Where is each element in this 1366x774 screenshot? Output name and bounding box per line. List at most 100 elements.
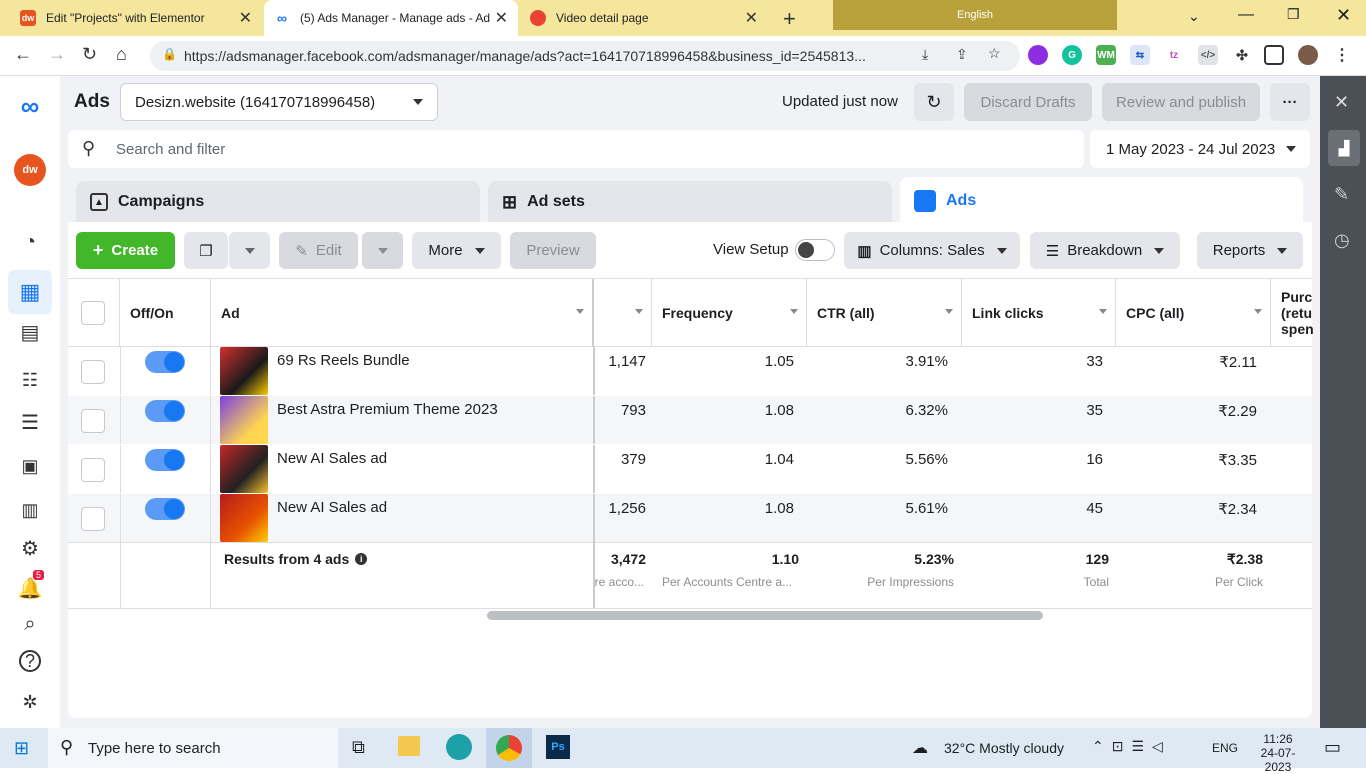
ads-manager-table-icon[interactable]: ▦	[16, 278, 44, 306]
browser-tab-video[interactable]: Video detail page ✕	[520, 0, 768, 36]
create-button[interactable]: + Create	[76, 232, 175, 269]
search-filter-input[interactable]: ⚲ Search and filter	[68, 130, 1084, 168]
wm-extension-icon[interactable]: WM	[1096, 45, 1116, 65]
date-range-picker[interactable]: 1 May 2023 - 24 Jul 2023	[1090, 130, 1310, 168]
extension-color-icon[interactable]	[1028, 45, 1048, 65]
billing-icon[interactable]: ☰	[16, 408, 44, 436]
edit-pencil-icon[interactable]: ✎	[1334, 184, 1349, 205]
new-tab-button[interactable]: +	[783, 6, 796, 32]
tz-extension-icon[interactable]: tz	[1164, 45, 1184, 65]
photoshop-icon[interactable]: Ps	[546, 735, 570, 759]
profile-avatar[interactable]	[1298, 45, 1318, 65]
col-link-clicks[interactable]: Link clicks	[962, 279, 1116, 347]
col-ad[interactable]: Ad	[211, 279, 594, 347]
view-setup-toggle[interactable]	[795, 239, 835, 261]
ad-name[interactable]: 69 Rs Reels Bundle	[277, 352, 410, 369]
system-tray-icons[interactable]: ⌃⊡☰◁	[1092, 738, 1171, 755]
menu-kebab-icon[interactable]: ⋮	[1332, 45, 1352, 65]
tab-adsets[interactable]: ⊞ Ad sets	[488, 181, 892, 223]
install-icon[interactable]: ⤓	[922, 46, 928, 63]
breakdown-button[interactable]: ☰ Breakdown	[1030, 232, 1180, 269]
ad-name[interactable]: New AI Sales ad	[277, 450, 387, 467]
select-all-checkbox[interactable]	[81, 301, 105, 325]
restore-button[interactable]: ❐	[1287, 6, 1300, 23]
browser-tab-elementor[interactable]: dw Edit "Projects" with Elementor ✕	[10, 0, 262, 36]
dashboard-icon[interactable]: ◔	[16, 228, 44, 256]
chrome-taskbar-active[interactable]	[486, 728, 532, 768]
edit-dropdown-button[interactable]	[362, 232, 403, 269]
edge-icon[interactable]	[446, 734, 472, 760]
tab-campaigns[interactable]: ▲ Campaigns	[76, 181, 480, 223]
row-checkbox[interactable]	[81, 360, 105, 384]
windows-start-icon[interactable]: ⊞	[14, 738, 29, 759]
forward-icon[interactable]: →	[48, 44, 66, 65]
history-clock-icon[interactable]: ◷	[1334, 230, 1350, 251]
ad-on-off-toggle[interactable]	[145, 498, 185, 520]
ad-name[interactable]: Best Astra Premium Theme 2023	[277, 401, 498, 418]
puzzle-icon[interactable]: ✣	[1232, 45, 1252, 65]
review-publish-button[interactable]: Review and publish	[1102, 83, 1260, 121]
duplicate-dropdown-button[interactable]	[229, 232, 270, 269]
info-icon[interactable]: i	[355, 553, 368, 565]
close-tab-icon[interactable]: ✕	[745, 8, 758, 28]
home-icon[interactable]: ⌂	[116, 44, 127, 65]
ad-on-off-toggle[interactable]	[145, 351, 185, 373]
table-row[interactable]: Best Astra Premium Theme 2023 793 1.08 6.32…	[68, 396, 1312, 444]
sidepanel-icon[interactable]	[1264, 45, 1284, 65]
row-checkbox[interactable]	[81, 507, 105, 531]
table-row[interactable]: 69 Rs Reels Bundle 1,147 1.05 3.91% 33 ₹2.11	[68, 347, 1312, 395]
charts-icon[interactable]: ▟	[1328, 130, 1360, 166]
weather-text[interactable]: 32°C Mostly cloudy	[944, 740, 1064, 756]
col-ctr[interactable]: CTR (all)	[807, 279, 962, 347]
pages-icon[interactable]: ▤	[16, 318, 44, 346]
tab-ads[interactable]: Ads	[900, 177, 1303, 225]
preview-button[interactable]: Preview	[510, 232, 596, 269]
meta-logo-icon[interactable]: ∞	[16, 91, 44, 121]
discard-drafts-button[interactable]: Discard Drafts	[964, 83, 1092, 121]
extension-icon[interactable]: ⇆	[1130, 45, 1150, 65]
ad-on-off-toggle[interactable]	[145, 400, 185, 422]
notification-center-icon[interactable]: ▭	[1324, 737, 1341, 758]
grammarly-icon[interactable]: G	[1062, 45, 1082, 65]
minimize-button[interactable]: —	[1238, 6, 1254, 24]
col-cpc[interactable]: CPC (all)	[1116, 279, 1271, 347]
duplicate-button[interactable]: ❐	[184, 232, 228, 269]
reports-button[interactable]: Reports	[1197, 232, 1303, 269]
row-checkbox[interactable]	[81, 458, 105, 482]
bug-report-icon[interactable]: ✲	[16, 688, 44, 716]
media-library-icon[interactable]: ▣	[16, 452, 44, 480]
code-extension-icon[interactable]: </>	[1198, 45, 1218, 65]
edit-button[interactable]: ✎ Edit	[279, 232, 358, 269]
browser-tab-ads-manager[interactable]: ∞ (5) Ads Manager - Manage ads - Ad ✕	[264, 0, 518, 36]
horizontal-scrollbar[interactable]	[487, 611, 1043, 620]
reload-icon[interactable]: ↻	[82, 44, 97, 65]
col-offon[interactable]: Off/On	[120, 279, 211, 347]
close-tab-icon[interactable]: ✕	[239, 8, 252, 28]
col-frequency[interactable]: Frequency	[652, 279, 807, 347]
account-selector[interactable]: Desizn.website (164170718996458)	[120, 83, 438, 121]
close-tab-icon[interactable]: ✕	[495, 8, 508, 28]
columns-button[interactable]: ▥ Columns: Sales	[844, 232, 1020, 269]
file-explorer-icon[interactable]	[398, 736, 420, 756]
account-avatar[interactable]: dw	[14, 154, 46, 186]
taskbar-search-box[interactable]: ⚲ Type here to search	[48, 728, 338, 768]
settings-gear-icon[interactable]: ⚙	[16, 534, 44, 562]
task-view-icon[interactable]: ⧉	[352, 737, 365, 758]
col-purchase[interactable]: Purc (retu spen	[1271, 279, 1313, 347]
back-icon[interactable]: ←	[14, 44, 32, 65]
bookmark-star-icon[interactable]: ☆	[988, 45, 1001, 62]
share-icon[interactable]: ⇪	[956, 46, 968, 63]
search-icon[interactable]: ⌕	[16, 610, 44, 638]
row-checkbox[interactable]	[81, 409, 105, 433]
ad-name[interactable]: New AI Sales ad	[277, 499, 387, 516]
col-reach[interactable]	[594, 279, 652, 347]
more-options-button[interactable]: ···	[1270, 83, 1310, 121]
more-button[interactable]: More	[412, 232, 501, 269]
close-panel-icon[interactable]: ✕	[1334, 92, 1349, 113]
ad-on-off-toggle[interactable]	[145, 449, 185, 471]
url-field[interactable]: 🔒 https://adsmanager.facebook.com/adsman…	[150, 41, 1020, 71]
refresh-button[interactable]: ↻	[914, 83, 954, 121]
close-window-button[interactable]: ✕	[1336, 5, 1351, 26]
table-row[interactable]: New AI Sales ad 379 1.04 5.56% 16 ₹3.35	[68, 445, 1312, 493]
table-row[interactable]: New AI Sales ad 1,256 1.08 5.61% 45 ₹2.34	[68, 494, 1312, 542]
